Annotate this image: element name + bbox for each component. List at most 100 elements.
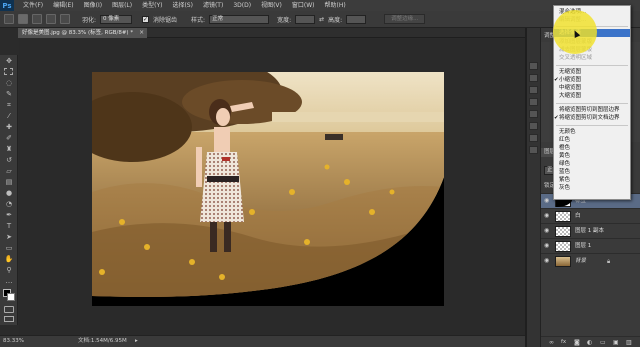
layer-row[interactable]: ◉ 图层 1 副本 (541, 223, 640, 238)
menu-item-green[interactable]: 绿色 (554, 160, 630, 168)
move-tool-icon[interactable]: ✥ (4, 57, 14, 66)
menu-filter[interactable]: 滤镜(T) (198, 0, 228, 11)
height-input[interactable] (346, 14, 367, 24)
styles-panel-icon[interactable] (529, 98, 538, 106)
history-panel-icon[interactable] (529, 62, 538, 70)
shape-tool-icon[interactable]: ▭ (4, 244, 14, 253)
eraser-tool-icon[interactable]: ▱ (4, 167, 14, 176)
visibility-eye-icon[interactable]: ◉ (544, 198, 550, 204)
menu-item-orange[interactable]: 橙色 (554, 144, 630, 152)
menu-item-clip-to-layer-bounds[interactable]: 将缩览图剪切到图层边界 (554, 106, 630, 114)
lasso-tool-icon[interactable]: ◌ (4, 79, 14, 88)
hand-tool-icon[interactable]: ✋ (4, 255, 14, 264)
visibility-eye-icon[interactable]: ◉ (544, 243, 550, 249)
background-color-swatch[interactable] (7, 293, 15, 301)
status-menu-arrow-icon[interactable]: ▸ (135, 336, 138, 347)
zoom-tool-icon[interactable]: ⚲ (4, 266, 14, 275)
menu-item-no-thumbnails[interactable]: 无缩览图 (554, 68, 630, 76)
marquee-tool-icon[interactable] (4, 68, 13, 75)
photoshop-logo: Ps (0, 0, 14, 11)
menu-3d[interactable]: 3D(D) (228, 0, 256, 11)
fx-icon[interactable]: fx (561, 339, 566, 345)
more-tools-icon[interactable]: … (4, 277, 14, 286)
quick-mask-icon[interactable] (4, 306, 14, 313)
document-tab[interactable]: 好像是美图.jpg @ 83.3% (标签, RGB/8#) * × (18, 28, 148, 38)
clone-stamp-tool-icon[interactable]: ♜ (4, 145, 14, 154)
menu-item-red[interactable]: 红色 (554, 136, 630, 144)
properties-panel-icon[interactable] (529, 74, 538, 82)
layer-name[interactable]: 白 (575, 209, 581, 224)
menu-item-large-thumbnails[interactable]: 大缩览图 (554, 92, 630, 100)
menu-item-no-color[interactable]: 无颜色 (554, 128, 630, 136)
menu-view[interactable]: 视图(V) (256, 0, 287, 11)
dodge-tool-icon[interactable]: ◔ (4, 200, 14, 209)
visibility-eye-icon[interactable]: ◉ (544, 213, 550, 219)
antialias-label: 消除锯齿 (153, 16, 178, 24)
antialias-checkbox[interactable]: ✓ (142, 15, 150, 23)
close-icon[interactable]: × (139, 28, 144, 38)
menu-item-blue[interactable]: 蓝色 (554, 168, 630, 176)
healing-brush-tool-icon[interactable]: ✚ (4, 123, 14, 132)
menu-image[interactable]: 图像(I) (79, 0, 107, 11)
document-canvas[interactable] (92, 72, 444, 306)
menu-item-small-thumbnails[interactable]: ✔ 小缩览图 (554, 76, 630, 84)
swatches-panel-icon[interactable] (529, 86, 538, 94)
adjustment-icon[interactable]: ◐ (587, 339, 592, 346)
visibility-eye-icon[interactable]: ◉ (544, 228, 550, 234)
menu-item-yellow[interactable]: 黄色 (554, 152, 630, 160)
feather-input[interactable]: 0 像素 (100, 14, 133, 24)
history-brush-tool-icon[interactable]: ↺ (4, 156, 14, 165)
menu-separator (556, 65, 628, 66)
quick-select-tool-icon[interactable]: ✎ (4, 90, 14, 99)
lock-icon: 🔒︎ (607, 258, 611, 265)
brush-tool-icon[interactable]: ✐ (4, 134, 14, 143)
add-to-selection-button[interactable] (32, 14, 42, 24)
menu-help[interactable]: 帮助(H) (320, 0, 351, 11)
menu-type[interactable]: 类型(Y) (137, 0, 167, 11)
width-input[interactable] (295, 14, 316, 24)
layer-row[interactable]: ◉ 图层 1 (541, 238, 640, 253)
new-selection-button[interactable] (18, 14, 28, 24)
layer-row[interactable]: ◉ 白 (541, 208, 640, 223)
brush-panel-icon[interactable] (529, 122, 538, 130)
menu-item-violet[interactable]: 紫色 (554, 176, 630, 184)
style-select[interactable]: 正常 (209, 14, 270, 24)
menu-window[interactable]: 窗口(W) (287, 0, 320, 11)
gradient-tool-icon[interactable]: ▤ (4, 178, 14, 187)
eyedropper-tool-icon[interactable]: ⁄ (4, 112, 14, 121)
menu-select[interactable]: 选择(S) (167, 0, 198, 11)
subtract-selection-button[interactable] (46, 14, 56, 24)
crop-tool-icon[interactable]: ⌗ (4, 101, 14, 110)
type-tool-icon[interactable]: T (4, 222, 14, 231)
layer-name[interactable]: 图层 1 (575, 239, 591, 254)
marquee-preset-button[interactable] (4, 14, 14, 24)
visibility-eye-icon[interactable]: ◉ (544, 258, 550, 264)
blur-tool-icon[interactable]: ● (4, 189, 14, 198)
refine-edge-button[interactable]: 调整边缘... (384, 14, 426, 24)
link-icon[interactable]: ∞ (549, 339, 554, 346)
menu-item-clip-to-document-bounds[interactable]: ✔ 将缩览图剪切到文档边界 (554, 114, 630, 122)
menu-layer[interactable]: 图层(L) (107, 0, 137, 11)
paragraph-panel-icon[interactable] (529, 146, 538, 154)
menu-item-medium-thumbnails[interactable]: 中缩览图 (554, 84, 630, 92)
new-layer-icon[interactable]: ▣ (613, 339, 619, 346)
mask-icon[interactable]: ◙ (574, 339, 580, 346)
swap-icon[interactable]: ⇄ (319, 16, 324, 23)
layer-row[interactable]: ◉ 背景 🔒︎ (541, 253, 640, 268)
menu-item-intersect-transparency[interactable]: 交叉透明区域 (554, 54, 630, 62)
layer-name[interactable]: 图层 1 副本 (575, 224, 604, 239)
menu-item-gray[interactable]: 灰色 (554, 184, 630, 192)
document-info[interactable]: 文档:1.54M/6.95M (78, 336, 127, 347)
actions-panel-icon[interactable] (529, 110, 538, 118)
screen-mode-icon[interactable] (4, 316, 14, 322)
zoom-level[interactable]: 83.33% (3, 336, 24, 347)
folder-icon[interactable]: ▭ (600, 339, 606, 346)
character-panel-icon[interactable] (529, 134, 538, 142)
menu-edit[interactable]: 编辑(E) (48, 0, 78, 11)
layer-name[interactable]: 背景 (575, 254, 586, 269)
trash-icon[interactable]: ▥ (626, 339, 632, 346)
pen-tool-icon[interactable]: ✒ (4, 211, 14, 220)
intersect-selection-button[interactable] (60, 14, 70, 24)
menu-file[interactable]: 文件(F) (18, 0, 48, 11)
path-select-tool-icon[interactable]: ➤ (4, 233, 14, 242)
